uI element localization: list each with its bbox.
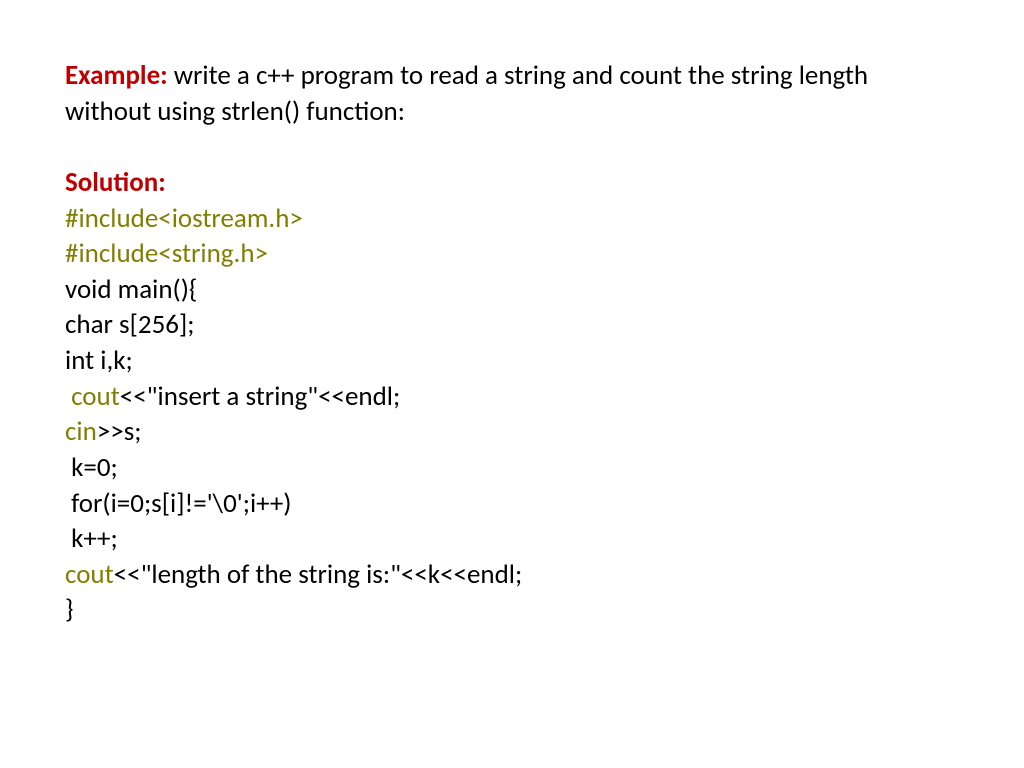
code-token: cout	[65, 558, 114, 591]
code-token: cin	[65, 415, 97, 448]
code-line: k++;	[65, 521, 959, 557]
code-line: cin>>s;	[65, 414, 959, 450]
code-line: #include<string.h>	[65, 236, 959, 272]
code-token: void main(){	[65, 273, 197, 306]
code-block: #include<iostream.h>#include<string.h>vo…	[65, 201, 959, 629]
code-line: #include<iostream.h>	[65, 201, 959, 237]
code-token: for(i=0;s[i]!='\0';i++)	[65, 487, 291, 520]
code-token: >>s;	[97, 415, 142, 448]
code-token: int i,k;	[65, 344, 133, 377]
code-token: k++;	[65, 522, 118, 555]
code-line: char s[256];	[65, 307, 959, 343]
example-label: Example:	[65, 59, 168, 92]
code-token: }	[65, 593, 74, 626]
code-token: k=0;	[65, 451, 118, 484]
code-token: <<"insert a string"<<endl;	[120, 380, 400, 413]
code-line: int i,k;	[65, 343, 959, 379]
code-token: cout	[71, 380, 120, 413]
code-line: }	[65, 592, 959, 628]
code-line: for(i=0;s[i]!='\0';i++)	[65, 486, 959, 522]
code-token: char s[256];	[65, 308, 194, 341]
code-line: void main(){	[65, 272, 959, 308]
code-line: cout<<"length of the string is:"<<k<<end…	[65, 557, 959, 593]
code-token: #include<iostream.h>	[65, 202, 303, 235]
code-line: k=0;	[65, 450, 959, 486]
code-token: #include<string.h>	[65, 237, 268, 270]
code-line: cout<<"insert a string"<<endl;	[65, 379, 959, 415]
example-text: write a c++ program to read a string and…	[65, 59, 868, 128]
example-heading: Example: write a c++ program to read a s…	[65, 58, 959, 129]
code-token: <<"length of the string is:"<<k<<endl;	[114, 558, 523, 591]
solution-label: Solution:	[65, 165, 959, 201]
